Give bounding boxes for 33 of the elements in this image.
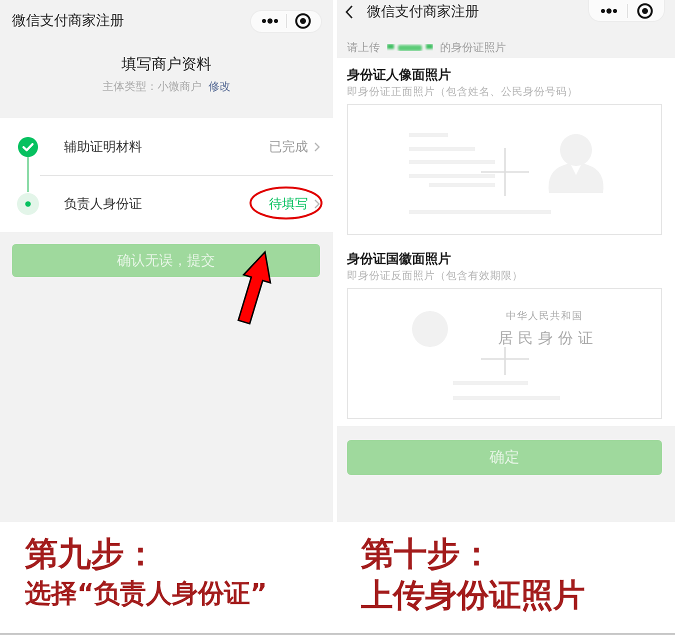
step-row[interactable]: 辅助证明材料 已完成 xyxy=(0,118,333,175)
nav-title: 微信支付商家注册 xyxy=(367,3,479,21)
step-caption: 第九步： xyxy=(25,534,158,574)
step-caption: 第十步： xyxy=(361,534,494,574)
step-label: 负责人身份证 xyxy=(64,196,142,213)
step-connector xyxy=(27,157,29,192)
step-row[interactable]: 负责人身份证 待填写 xyxy=(0,175,333,232)
step-instruction: 上传身份证照片 xyxy=(361,576,585,614)
step-status: 已完成 xyxy=(269,138,308,156)
plus-icon xyxy=(481,347,529,375)
more-icon[interactable] xyxy=(600,8,618,14)
hint-text: 的身份证照片 xyxy=(440,40,506,56)
chevron-icon xyxy=(314,142,320,152)
back-icon[interactable] xyxy=(345,5,353,19)
section-description: 即身份证正面照片（包含姓名、公民身份号码） xyxy=(347,85,579,99)
subject-type: 主体类型：小微商户 xyxy=(102,79,202,95)
target-icon[interactable] xyxy=(637,2,654,18)
edit-link[interactable]: 修改 xyxy=(208,79,230,95)
section-title: 身份证国徽面照片 xyxy=(347,251,452,269)
step-instruction: 选择“负责人身份证” xyxy=(25,578,268,610)
section-title: 身份证人像面照片 xyxy=(347,67,452,85)
step-label: 辅助证明材料 xyxy=(64,138,142,156)
section-description: 即身份证反面照片（包含有效期限） xyxy=(347,269,524,283)
hint-text: 请上传 xyxy=(347,40,380,56)
id-card-text: 中华人民共和国 xyxy=(506,310,583,323)
id-card-text: 居民身份证 xyxy=(498,329,598,347)
plus-icon xyxy=(481,148,529,196)
step-status: 待填写 xyxy=(269,196,308,213)
more-icon[interactable] xyxy=(260,18,279,24)
page-title: 填写商户资料 xyxy=(120,54,212,74)
chevron-icon xyxy=(314,199,320,209)
nav-title: 微信支付商家注册 xyxy=(12,12,124,30)
target-icon[interactable] xyxy=(295,13,312,29)
